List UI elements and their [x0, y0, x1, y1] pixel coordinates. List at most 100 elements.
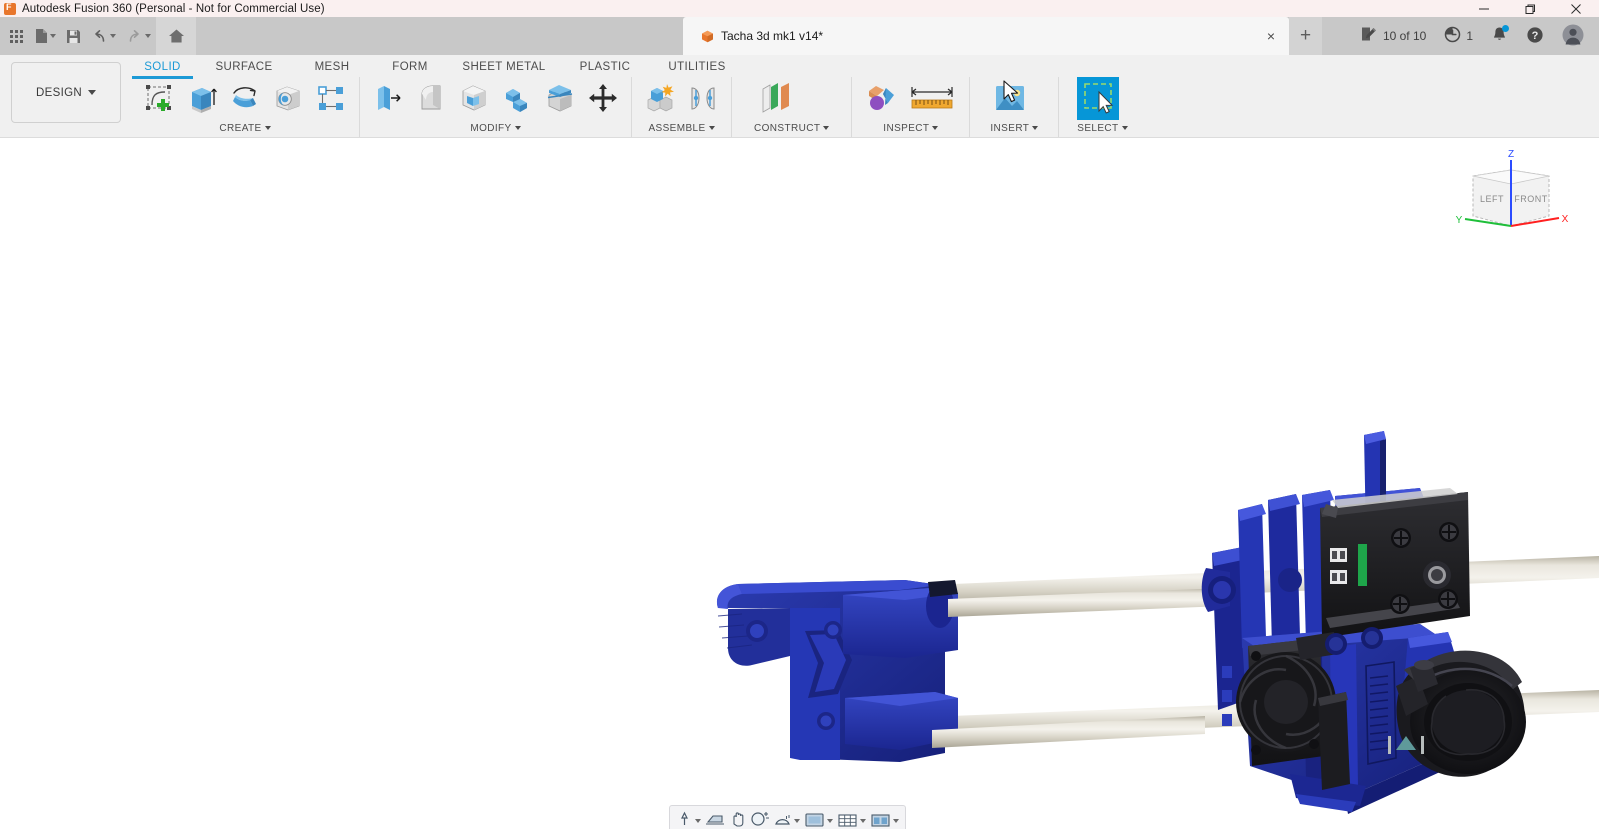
ruler-icon[interactable]: [905, 77, 959, 119]
view-cube[interactable]: LEFT FRONT Z Y X: [1451, 148, 1571, 248]
app-title: Autodesk Fusion 360 (Personal - Not for …: [22, 3, 325, 15]
pattern-icon[interactable]: [311, 77, 351, 119]
undo-arrow-icon[interactable]: [86, 17, 121, 55]
panel-modify-label[interactable]: MODIFY: [368, 121, 623, 135]
panel-assemble-label[interactable]: ASSEMBLE: [640, 121, 723, 135]
bell-icon: [1491, 26, 1508, 46]
viewports-button[interactable]: [870, 810, 899, 827]
ribbon-panels: CREATE: [131, 77, 1146, 137]
document-tab[interactable]: Tacha 3d mk1 v14* ×: [683, 17, 1289, 55]
body-boss-left-inner: [1329, 637, 1343, 651]
hole-icon[interactable]: [268, 77, 308, 119]
new-component-icon[interactable]: [640, 77, 680, 119]
fillet-icon[interactable]: [411, 77, 451, 119]
clock-icon: [1444, 26, 1461, 46]
maximize-icon[interactable]: [1507, 0, 1553, 17]
chevron-down-icon: [794, 819, 800, 823]
close-icon[interactable]: [1553, 0, 1599, 17]
revolve-icon[interactable]: [225, 77, 265, 119]
document-cube-icon: [701, 30, 714, 43]
panel-inspect-tools: [862, 77, 959, 121]
window-title-bar: Autodesk Fusion 360 (Personal - Not for …: [0, 0, 1599, 17]
chevron-down-icon: [827, 819, 833, 823]
panel-insert: INSERT: [969, 77, 1058, 137]
panel-inspect-label[interactable]: INSPECT: [862, 121, 959, 135]
image-icon[interactable]: [990, 77, 1030, 119]
panel-assemble: ASSEMBLE: [631, 77, 731, 137]
tab-solid[interactable]: SOLID: [130, 58, 195, 77]
help-item[interactable]: ?: [1517, 17, 1553, 55]
panel-insert-label[interactable]: INSERT: [990, 121, 1038, 135]
design-canvas[interactable]: LEFT FRONT Z Y X: [0, 138, 1599, 829]
panel-create-tools: [139, 77, 351, 121]
minimize-icon[interactable]: [1461, 0, 1507, 17]
svg-text:?: ?: [1532, 30, 1539, 42]
tab-bar-right-controls: 10 of 10 1 ?: [1351, 17, 1593, 55]
panel-select-tools: [1077, 77, 1127, 121]
move-arrows-icon[interactable]: [583, 77, 623, 119]
pan-button[interactable]: [729, 810, 746, 827]
look-at-button[interactable]: [705, 810, 725, 827]
stepper-motor[interactable]: [1320, 488, 1470, 638]
user-account-item[interactable]: [1553, 17, 1593, 55]
display-settings-button[interactable]: [804, 810, 833, 827]
zoom-button[interactable]: [750, 810, 769, 827]
version-count-label: 1: [1466, 29, 1473, 43]
interference-shapes-icon[interactable]: [862, 77, 902, 119]
tab-sheet-metal[interactable]: SHEET METAL: [449, 58, 559, 77]
tab-form[interactable]: FORM: [371, 58, 449, 77]
panel-select: SELECT: [1058, 77, 1145, 137]
orbit-button[interactable]: [676, 810, 701, 827]
panel-create: CREATE: [131, 77, 359, 137]
tab-surface[interactable]: SURFACE: [195, 58, 293, 77]
chevron-down-icon: [265, 126, 271, 130]
chevron-down-icon: [110, 34, 116, 38]
extrude-icon[interactable]: [182, 77, 222, 119]
panel-assemble-tools: [640, 77, 723, 121]
fit-button[interactable]: [773, 810, 800, 827]
combine-icon[interactable]: [497, 77, 537, 119]
tab-plastic[interactable]: PLASTIC: [559, 58, 651, 77]
file-icon[interactable]: [29, 17, 61, 55]
offset-plane-icon[interactable]: [754, 77, 802, 119]
workspace-selector-label: DESIGN: [36, 87, 82, 99]
grid-icon[interactable]: [4, 17, 29, 55]
version-history-item[interactable]: 1: [1435, 17, 1482, 55]
chevron-down-icon: [1122, 126, 1128, 130]
redo-arrow-icon[interactable]: [121, 17, 156, 55]
select-marquee-icon[interactable]: [1077, 77, 1119, 120]
home-icon[interactable]: [156, 17, 196, 55]
panel-construct-label[interactable]: CONSTRUCT: [754, 121, 829, 135]
notifications-item[interactable]: [1482, 17, 1517, 55]
model-viewport[interactable]: [0, 138, 1599, 829]
blower-fan[interactable]: [1396, 651, 1526, 777]
grid-snaps-button[interactable]: [837, 810, 866, 827]
shell-icon[interactable]: [454, 77, 494, 119]
window-controls: [1461, 0, 1599, 17]
split-face-icon[interactable]: [540, 77, 580, 119]
panel-select-label[interactable]: SELECT: [1077, 121, 1127, 135]
chevron-down-icon: [1032, 126, 1038, 130]
ribbon-toolbar: DESIGN SOLID SURFACE MESH FORM SHEET MET…: [0, 55, 1599, 138]
new-tab-button[interactable]: +: [1289, 17, 1322, 55]
save-icon[interactable]: [61, 17, 86, 55]
document-tab-title: Tacha 3d mk1 v14*: [721, 29, 823, 43]
joint-icon[interactable]: [683, 77, 723, 119]
panel-create-label[interactable]: CREATE: [139, 121, 351, 135]
avatar-icon: [1562, 24, 1584, 49]
close-icon[interactable]: ×: [1267, 29, 1275, 43]
workspace-selector[interactable]: DESIGN: [11, 62, 121, 123]
job-status-item[interactable]: 10 of 10: [1351, 17, 1435, 55]
panel-construct-tools: [754, 77, 829, 121]
view-cube-front-label[interactable]: FRONT: [1514, 194, 1548, 204]
sketch-plus-icon[interactable]: [139, 77, 179, 119]
tab-mesh[interactable]: MESH: [293, 58, 371, 77]
left-idler-bracket[interactable]: [717, 580, 958, 762]
quick-access-toolbar: [0, 17, 196, 55]
axis-y-label: Y: [1456, 215, 1463, 226]
view-cube-left-label[interactable]: LEFT: [1480, 194, 1504, 204]
chevron-down-icon: [709, 126, 715, 130]
tab-utilities[interactable]: UTILITIES: [651, 58, 743, 77]
chevron-down-icon: [145, 34, 151, 38]
press-pull-icon[interactable]: [368, 77, 408, 119]
